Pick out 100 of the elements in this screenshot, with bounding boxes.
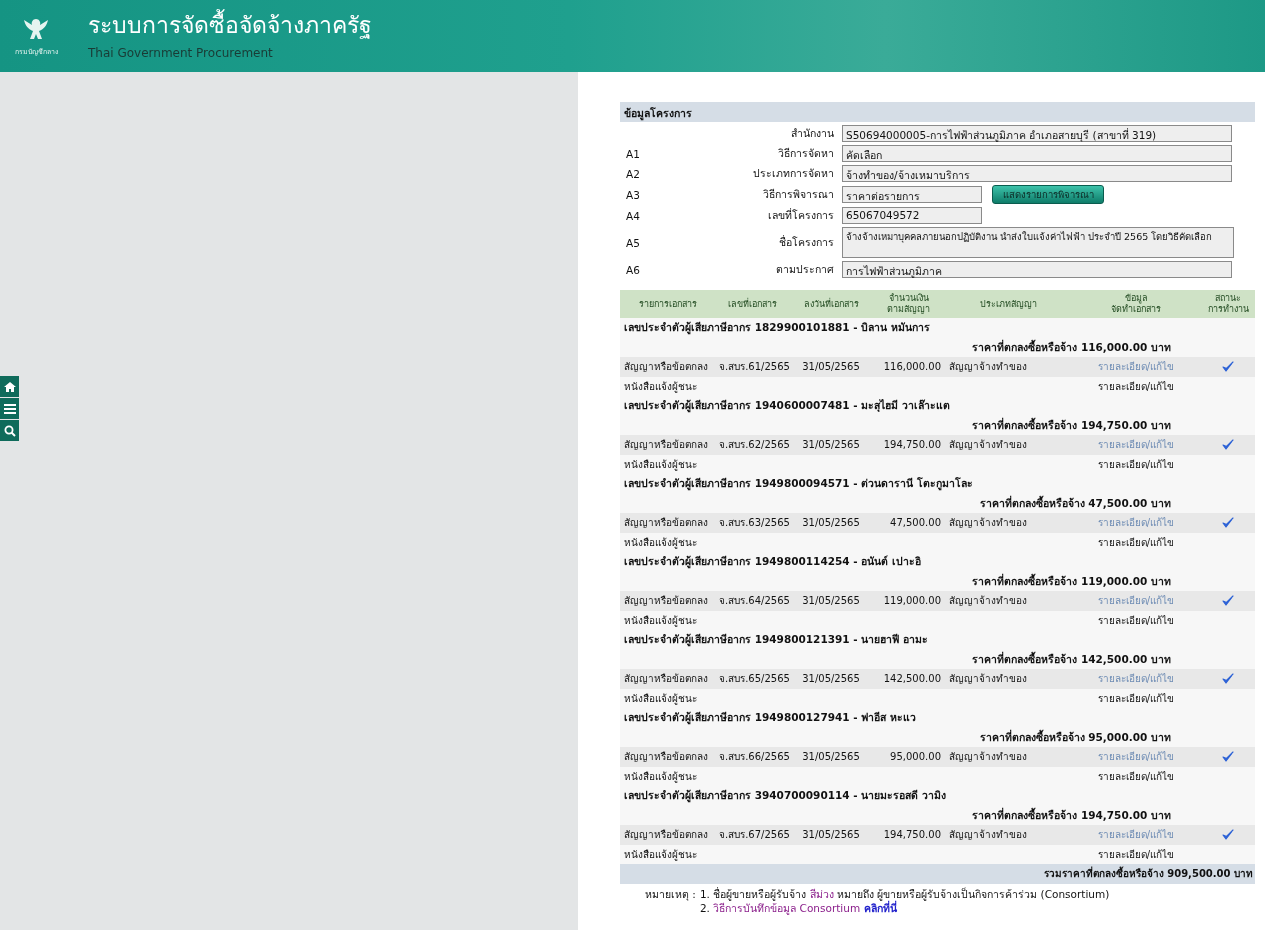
input-field[interactable]: คัดเลือก (842, 145, 1232, 162)
agreed-price: ราคาที่ตกลงซื้อหรือจ้าง 119,000.00 บาท (972, 572, 1171, 589)
table-cell-text: สัญญาจ้างทำของ (948, 828, 1028, 843)
table-cell-text: 31/05/2565 (801, 439, 861, 451)
table-cell-text: รายละเอียด/แก้ไข (1096, 769, 1176, 784)
column-header: ข้อมูล จัดทำเอกสาร (1110, 293, 1162, 315)
field-code: A6 (626, 263, 641, 276)
column-header: สถานะ การทำงาน (1206, 293, 1250, 315)
table-cell-text: จ.สบร.67/2565 (718, 828, 790, 843)
table-cell-text: 31/05/2565 (801, 517, 861, 529)
input-field[interactable]: S50694000005-การไฟฟ้าส่วนภูมิภาค อำเภอสายบุรี (สาขาที่ 319) (842, 125, 1232, 142)
input-field[interactable]: การไฟฟ้าส่วนภูมิภาค (842, 261, 1232, 278)
note-text: 1. ชื่อผู้ขายหรือผู้รับจ้าง สีม่วง หมายถึง ผู้ขายหรือผู้รับจ้างเป็นกิจการค้าร่วม (Consortium) (699, 886, 1110, 901)
table-cell-text: 142,500.00 (882, 673, 942, 685)
menu-icon[interactable] (0, 398, 19, 419)
table-cell-text: 119,000.00 (882, 595, 942, 607)
total-price: รวมราคาที่ตกลงซื้อหรือจ้าง 909,500.00 บาท (1043, 866, 1253, 882)
table-cell-text: หนังสือแจ้งผู้ชนะ (623, 535, 698, 550)
input-field[interactable]: จ้างทำของ/จ้างเหมาบริการ (842, 165, 1232, 182)
field-label: สำนักงาน (790, 126, 834, 141)
field-code: A3 (626, 188, 641, 201)
table-cell-text: สัญญาหรือข้อตกลง (623, 672, 709, 687)
table-cell-text: หนังสือแจ้งผู้ชนะ (623, 457, 698, 472)
note-label: หมายเหตุ : (645, 886, 696, 903)
vendor-heading: เลขประจำตัวผู้เสียภาษีอากร 1940600007481 - มะสุไฮมี วาเล๊าะแต (623, 398, 950, 415)
table-cell-text: จ.สบร.63/2565 (718, 516, 790, 531)
table-cell-text: รายละเอียด/แก้ไข (1096, 535, 1176, 550)
table-cell-text: สัญญาหรือข้อตกลง (623, 360, 709, 375)
table-cell-text: 194,750.00 (882, 829, 942, 841)
table-cell-text: จ.สบร.65/2565 (718, 672, 790, 687)
table-cell-text: 31/05/2565 (801, 751, 861, 763)
table-cell-text: 95,000.00 (889, 751, 942, 763)
field-code: A1 (626, 147, 641, 160)
agreed-price: ราคาที่ตกลงซื้อหรือจ้าง 194,750.00 บาท (972, 806, 1171, 823)
field-label: เลขที่โครงการ (767, 207, 834, 223)
table-cell-text: หนังสือแจ้งผู้ชนะ (623, 613, 698, 628)
table-cell-text: สัญญาหรือข้อตกลง (623, 750, 709, 765)
field-code: A4 (626, 209, 641, 222)
column-header: จำนวนเงิน ตามสัญญา (886, 293, 931, 315)
vendor-heading: เลขประจำตัวผู้เสียภาษีอากร 1949800094571 - ต่วนดารานี โตะกูมาโละ (623, 476, 973, 493)
field-label: วิธีการจัดหา (777, 146, 834, 161)
table-cell-text: 31/05/2565 (801, 361, 861, 373)
table-cell-text: หนังสือแจ้งผู้ชนะ (623, 769, 698, 784)
table-cell-text: จ.สบร.61/2565 (718, 360, 790, 375)
column-header: เลขที่เอกสาร (727, 298, 778, 310)
field-label: ตามประกาศ (775, 262, 834, 277)
input-field[interactable]: ราคาต่อรายการ (842, 186, 982, 203)
field-code: A5 (626, 236, 641, 249)
vendor-heading: เลขประจำตัวผู้เสียภาษีอากร 1949800114254 - อนันต์ เปาะอิ (623, 554, 921, 571)
section-header: ข้อมูลโครงการ (620, 102, 1255, 122)
column-header: ประเภทสัญญา (978, 298, 1038, 310)
table-cell-text: หนังสือแจ้งผู้ชนะ (623, 379, 698, 394)
table-cell-text: สัญญาจ้างทำของ (948, 360, 1028, 375)
table-cell-text: สัญญาหรือข้อตกลง (623, 516, 709, 531)
table-cell-text: 31/05/2565 (801, 829, 861, 841)
agreed-price: ราคาที่ตกลงซื้อหรือจ้าง 116,000.00 บาท (972, 338, 1171, 355)
agreed-price: ราคาที่ตกลงซื้อหรือจ้าง 47,500.00 บาท (979, 494, 1171, 511)
input-field[interactable]: 65067049572 (842, 207, 982, 224)
table-cell-text: สัญญาจ้างทำของ (948, 438, 1028, 453)
table-cell-text: สัญญาหรือข้อตกลง (623, 438, 709, 453)
agreed-price: ราคาที่ตกลงซื้อหรือจ้าง 194,750.00 บาท (972, 416, 1171, 433)
table-cell-text: จ.สบร.66/2565 (718, 750, 790, 765)
note-text: 2. วิธีการบันทึกข้อมูล Consortium คลิกที่นี่ (699, 900, 898, 915)
table-cell-text: หนังสือแจ้งผู้ชนะ (623, 847, 698, 862)
field-label: ชื่อโครงการ (778, 234, 834, 250)
project-name-field[interactable]: จ้างจ้างเหมาบุคคลภายนอกปฏิบัติงาน นำส่งใบแจ้งค่าไฟฟ้า ประจำปี 2565 โดยวิธีคัดเลือก (842, 227, 1234, 258)
table-cell-text: 31/05/2565 (801, 673, 861, 685)
field-label: วิธีการพิจารณา (762, 187, 834, 202)
table-cell-text: สัญญาจ้างทำของ (948, 750, 1028, 765)
table-cell-text: สัญญาหรือข้อตกลง (623, 594, 709, 609)
show-criteria-button[interactable]: แสดงรายการพิจารณา (992, 185, 1104, 204)
table-cell-text: สัญญาจ้างทำของ (948, 672, 1028, 687)
table-cell-text: หนังสือแจ้งผู้ชนะ (623, 691, 698, 706)
vendor-heading: เลขประจำตัวผู้เสียภาษีอากร 1949800121391 - นายฮาฟี อามะ (623, 632, 928, 649)
table-cell-text: สัญญาจ้างทำของ (948, 594, 1028, 609)
table-cell-text: จ.สบร.62/2565 (718, 438, 790, 453)
table-cell-text: สัญญาจ้างทำของ (948, 516, 1028, 531)
field-code: A2 (626, 167, 641, 180)
table-cell-text: รายละเอียด/แก้ไข (1096, 457, 1176, 472)
site-subtitle: Thai Government Procurement (88, 45, 274, 60)
home-icon[interactable] (0, 376, 19, 397)
table-cell-text: รายละเอียด/แก้ไข (1096, 691, 1176, 706)
table-cell-text: 47,500.00 (889, 517, 942, 529)
agreed-price: ราคาที่ตกลงซื้อหรือจ้าง 95,000.00 บาท (979, 728, 1171, 745)
search-icon[interactable] (0, 420, 19, 441)
column-header: ลงวันที่เอกสาร (802, 298, 860, 310)
column-header: รายการเอกสาร (637, 298, 698, 310)
table-cell-text: จ.สบร.64/2565 (718, 594, 790, 609)
table-cell-text: รายละเอียด/แก้ไข (1096, 613, 1176, 628)
field-label: ประเภทการจัดหา (752, 166, 834, 181)
vendor-heading: เลขประจำตัวผู้เสียภาษีอากร 1829900101881 - บิลาน หมันการ (623, 320, 930, 337)
vendor-heading: เลขประจำตัวผู้เสียภาษีอากร 3940700090114 - นายมะรอสดี วามิง (623, 788, 946, 805)
table-cell-text: 116,000.00 (882, 361, 942, 373)
agreed-price: ราคาที่ตกลงซื้อหรือจ้าง 142,500.00 บาท (972, 650, 1171, 667)
table-cell-text: 194,750.00 (882, 439, 942, 451)
table-cell-text: สัญญาหรือข้อตกลง (623, 828, 709, 843)
table-cell-text: 31/05/2565 (801, 595, 861, 607)
click-here-link[interactable]: คลิกที่นี่ (864, 901, 898, 914)
table-cell-text: รายละเอียด/แก้ไข (1096, 379, 1176, 394)
table-cell-text: รายละเอียด/แก้ไข (1096, 847, 1176, 862)
